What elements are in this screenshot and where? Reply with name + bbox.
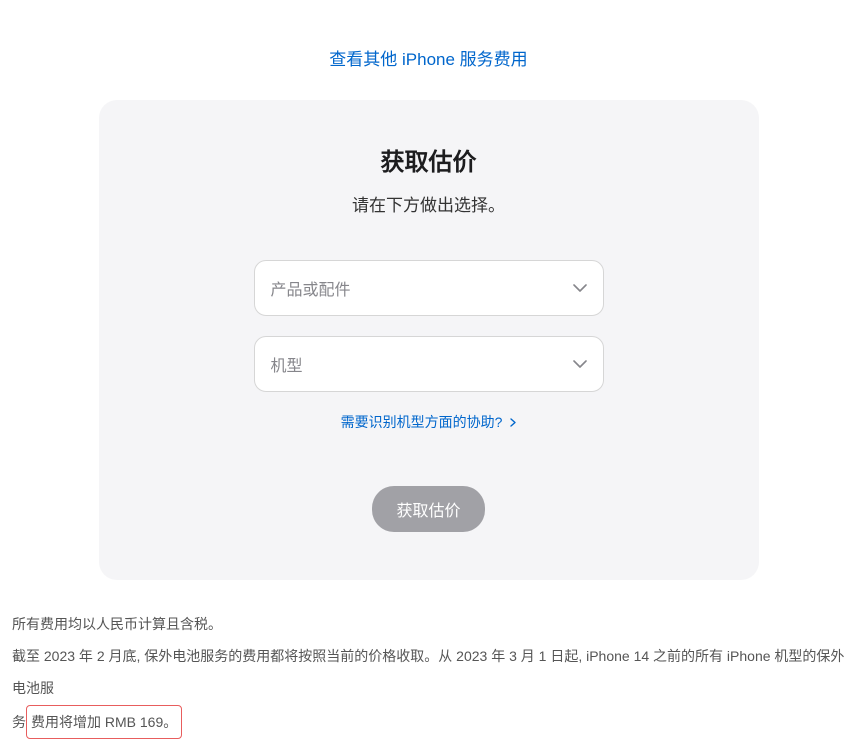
product-select[interactable]: 产品或配件 [254,260,604,316]
chevron-right-icon [510,416,516,430]
chevron-down-icon [573,281,587,295]
estimate-card: 获取估价 请在下方做出选择。 产品或配件 机型 [99,100,759,580]
product-select-placeholder: 产品或配件 [271,276,351,300]
help-identify-link[interactable]: 需要识别机型方面的协助? [341,414,517,430]
model-select-placeholder: 机型 [271,352,303,376]
get-estimate-button[interactable]: 获取估价 [372,486,484,532]
help-link-text: 需要识别机型方面的协助? [341,414,503,430]
footer-line-1: 所有费用均以人民币计算且含税。 [12,608,845,640]
footer-line-2-part1: 截至 2023 年 2 月底, 保外电池服务的费用都将按照当前的价格收取。从 2… [12,648,844,696]
price-increase-highlight: 费用将增加 RMB 169。 [26,705,182,739]
model-select[interactable]: 机型 [254,336,604,392]
model-select-wrapper: 机型 [254,336,604,392]
top-link-wrapper: 查看其他 iPhone 服务费用 [12,0,845,100]
card-title: 获取估价 [139,142,719,177]
other-services-link[interactable]: 查看其他 iPhone 服务费用 [329,50,527,69]
footer-text: 所有费用均以人民币计算且含税。 截至 2023 年 2 月底, 保外电池服务的费… [12,608,845,739]
footer-line-2-prefix: 务 [12,714,26,730]
card-subtitle: 请在下方做出选择。 [139,191,719,216]
product-select-wrapper: 产品或配件 [254,260,604,316]
help-link-wrapper: 需要识别机型方面的协助? [139,412,719,432]
chevron-down-icon [573,357,587,371]
footer-line-2: 截至 2023 年 2 月底, 保外电池服务的费用都将按照当前的价格收取。从 2… [12,640,845,739]
